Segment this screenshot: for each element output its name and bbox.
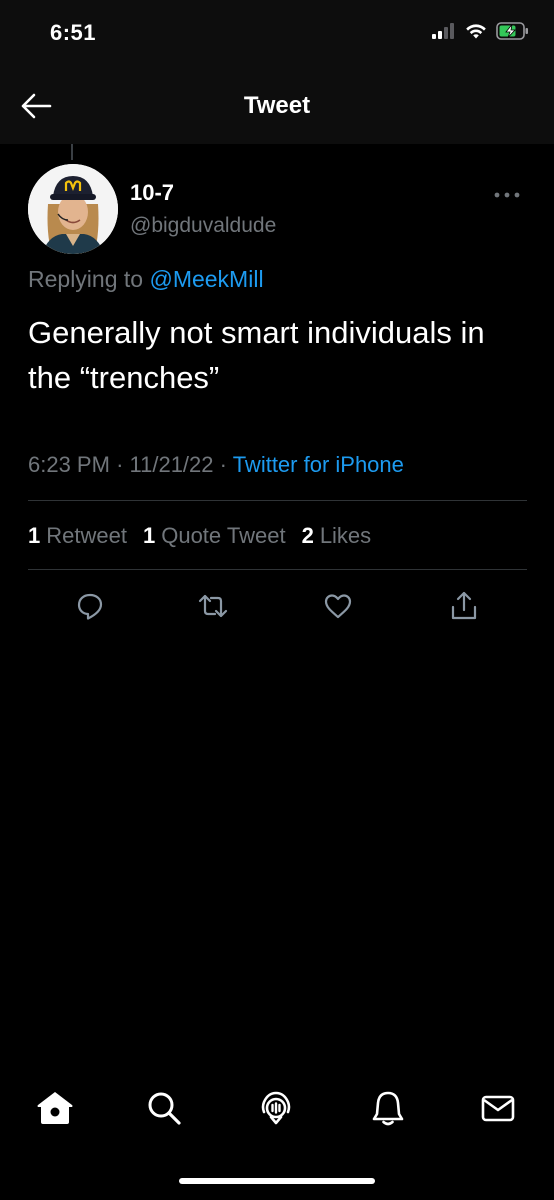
tweet-actions: [0, 590, 554, 626]
retweets-count: 1: [28, 523, 41, 548]
likes-label: Likes: [319, 523, 372, 548]
wifi-icon: [464, 22, 488, 45]
replying-to-line: Replying to @MeekMill: [28, 266, 264, 293]
reply-mention-link[interactable]: @MeekMill: [149, 266, 263, 292]
more-dots-icon: [494, 185, 520, 203]
tab-spaces[interactable]: [254, 1088, 298, 1132]
spaces-icon: [256, 1088, 296, 1133]
avatar[interactable]: [28, 164, 118, 254]
tab-notifications[interactable]: [366, 1088, 410, 1132]
status-bar: 6:51: [0, 0, 554, 70]
like-icon: [322, 591, 354, 626]
likes-count: 2: [301, 523, 314, 548]
share-icon: [449, 590, 479, 627]
tweet-meta: 6:23 PM · 11/21/22 · Twitter for iPhone: [28, 452, 404, 478]
search-icon: [144, 1088, 184, 1133]
retweets-stat[interactable]: 1 Retweet: [28, 523, 127, 549]
quotes-label: Quote Tweet: [161, 523, 286, 548]
tweet-time: 6:23 PM: [28, 452, 110, 477]
tweet-header: Tweet: [0, 70, 554, 144]
retweets-label: Retweet: [46, 523, 127, 548]
messages-icon: [478, 1088, 518, 1133]
share-button[interactable]: [444, 590, 484, 626]
tab-search[interactable]: [142, 1088, 186, 1132]
page-title: Tweet: [243, 92, 311, 119]
status-icons: [432, 22, 530, 45]
tweet-stats: 1 Retweet 1 Quote Tweet 2 Likes: [28, 523, 371, 549]
meta-separator: ·: [219, 452, 227, 477]
notifications-icon: [368, 1088, 408, 1133]
retweet-icon: [197, 591, 229, 626]
battery-charging-icon: [496, 22, 530, 45]
more-options-button[interactable]: [490, 182, 524, 206]
status-time: 6:51: [50, 20, 97, 45]
thread-connector-line: [71, 144, 73, 160]
tweet-date: 11/21/22: [129, 452, 214, 477]
retweet-button[interactable]: [193, 590, 233, 626]
quote-tweets-stat[interactable]: 1 Quote Tweet: [143, 523, 286, 549]
divider: [28, 500, 527, 501]
reply-button[interactable]: [70, 590, 110, 626]
quotes-count: 1: [142, 523, 156, 548]
cellular-signal-icon: [432, 23, 456, 44]
tab-home[interactable]: [33, 1088, 77, 1132]
reply-prefix: Replying to: [28, 266, 144, 292]
bottom-tab-bar: [0, 1082, 554, 1138]
tweet-source-link[interactable]: Twitter for iPhone: [233, 452, 404, 477]
tab-messages[interactable]: [476, 1088, 520, 1132]
divider: [28, 569, 527, 570]
meta-separator: ·: [116, 452, 124, 477]
likes-stat[interactable]: 2 Likes: [302, 523, 372, 549]
user-handle[interactable]: @bigduvaldude: [130, 214, 276, 238]
reply-icon: [75, 591, 105, 626]
home-icon: [35, 1088, 75, 1133]
display-name[interactable]: 10-7: [130, 180, 174, 206]
home-indicator: [179, 1178, 375, 1184]
tweet-text: Generally not smart individuals in the “…: [28, 315, 485, 395]
like-button[interactable]: [318, 590, 358, 626]
